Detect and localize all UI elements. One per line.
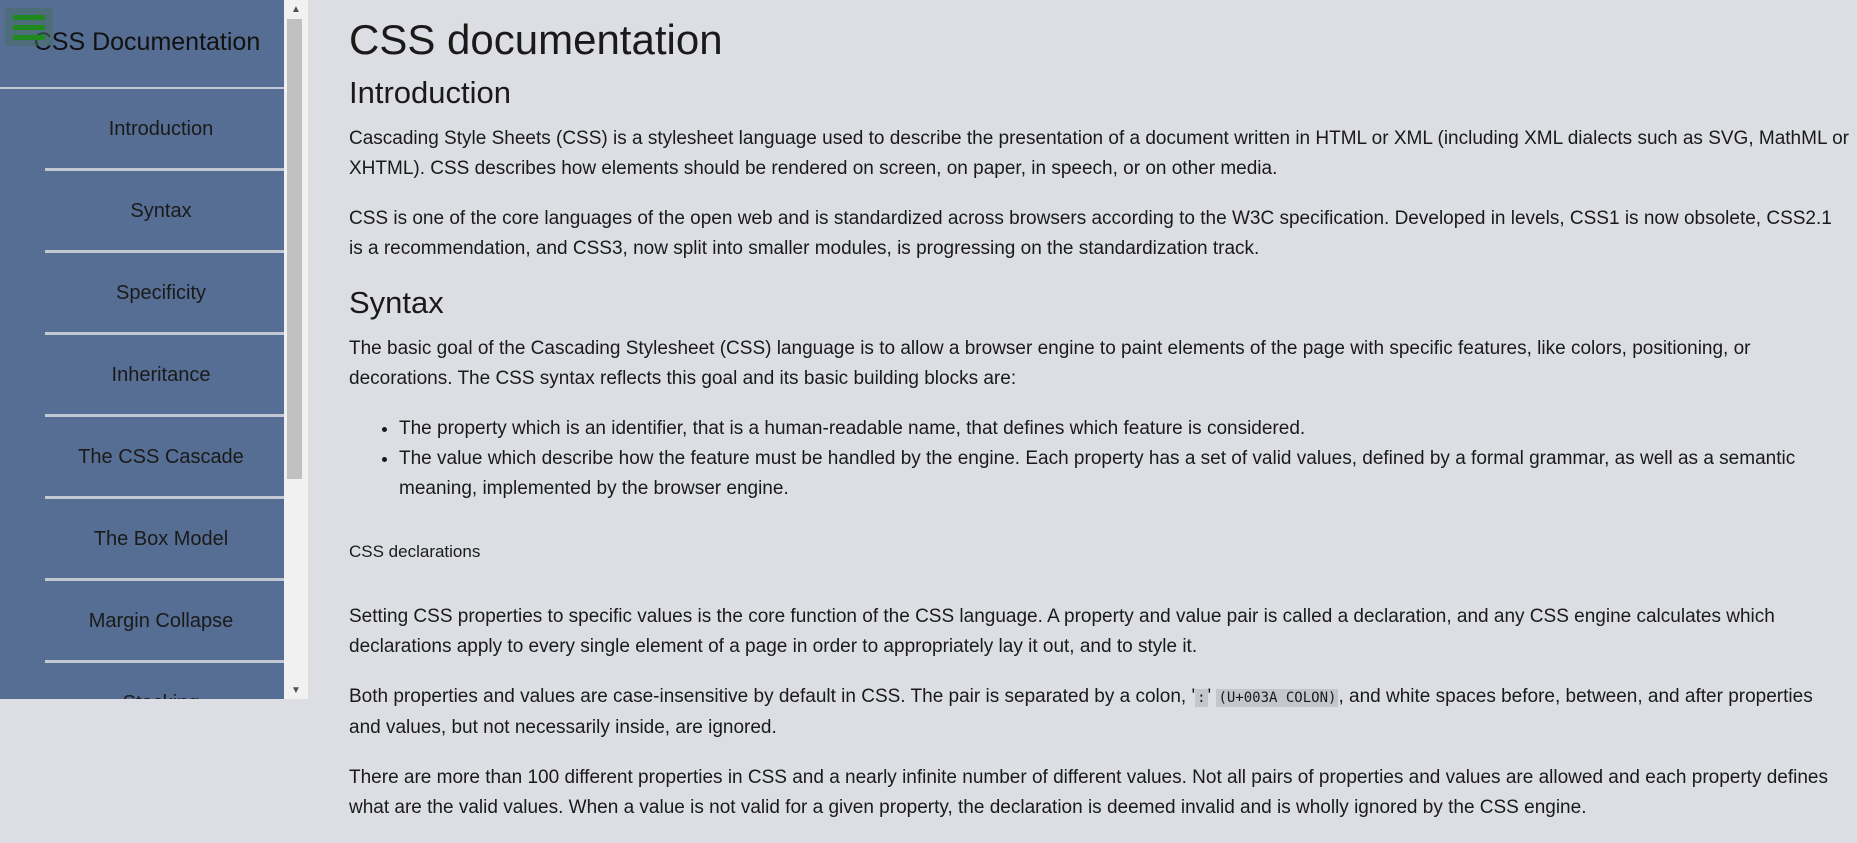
menu-bar	[13, 34, 45, 40]
section-syntax: Syntax The basic goal of the Cascading S…	[349, 284, 1849, 823]
sidebar-header: CSS Documentation	[0, 0, 284, 89]
nav-link-stacking[interactable]: Stacking	[45, 663, 284, 700]
section-heading-introduction: Introduction	[349, 75, 511, 110]
menu-bar	[13, 24, 45, 30]
hamburger-menu-icon[interactable]	[5, 8, 53, 46]
nav-link-css-cascade[interactable]: The CSS Cascade	[45, 417, 284, 499]
sidebar: CSS Documentation Introduction Syntax Sp…	[0, 0, 284, 699]
text-fragment: Both properties and values are case-inse…	[349, 686, 1196, 707]
scroll-down-icon[interactable]: ▼	[284, 681, 308, 699]
bullet-list: The property which is an identifier, tha…	[349, 414, 1849, 504]
section-introduction: Introduction Cascading Style Sheets (CSS…	[349, 74, 1849, 264]
menu-bar	[13, 14, 45, 20]
list-item: The property which is an identifier, tha…	[399, 414, 1849, 444]
list-item: The value which describe how the feature…	[399, 444, 1849, 504]
section-heading-syntax: Syntax	[349, 285, 444, 320]
page-title: CSS documentation	[349, 16, 723, 63]
subheading-css-declarations: CSS declarations	[349, 542, 481, 561]
paragraph: The basic goal of the Cascading Styleshe…	[349, 338, 1751, 389]
paragraph: There are more than 100 different proper…	[349, 767, 1828, 818]
code-colon: :	[1195, 689, 1208, 707]
nav-list: Introduction Syntax Specificity Inherita…	[0, 89, 284, 699]
sidebar-scrollbar[interactable]: ▲ ▼	[284, 0, 308, 699]
nav-link-margin-collapse[interactable]: Margin Collapse	[45, 581, 284, 663]
nav-link-specificity[interactable]: Specificity	[45, 253, 284, 335]
paragraph: Setting CSS properties to specific value…	[349, 606, 1775, 657]
sidebar-title: CSS Documentation	[33, 28, 261, 56]
paragraph: Cascading Style Sheets (CSS) is a styles…	[349, 128, 1849, 179]
paragraph: Both properties and values are case-inse…	[349, 682, 1849, 743]
code-unicode: (U+003A COLON)	[1216, 689, 1339, 707]
nav-link-syntax[interactable]: Syntax	[45, 171, 284, 253]
nav-link-introduction[interactable]: Introduction	[45, 89, 284, 171]
nav-link-box-model[interactable]: The Box Model	[45, 499, 284, 581]
paragraph: CSS is one of the core languages of the …	[349, 208, 1832, 259]
scroll-up-icon[interactable]: ▲	[284, 0, 308, 18]
main-content: CSS documentation Introduction Cascading…	[349, 0, 1849, 843]
scroll-thumb[interactable]	[287, 19, 302, 479]
nav-link-inheritance[interactable]: Inheritance	[45, 335, 284, 417]
